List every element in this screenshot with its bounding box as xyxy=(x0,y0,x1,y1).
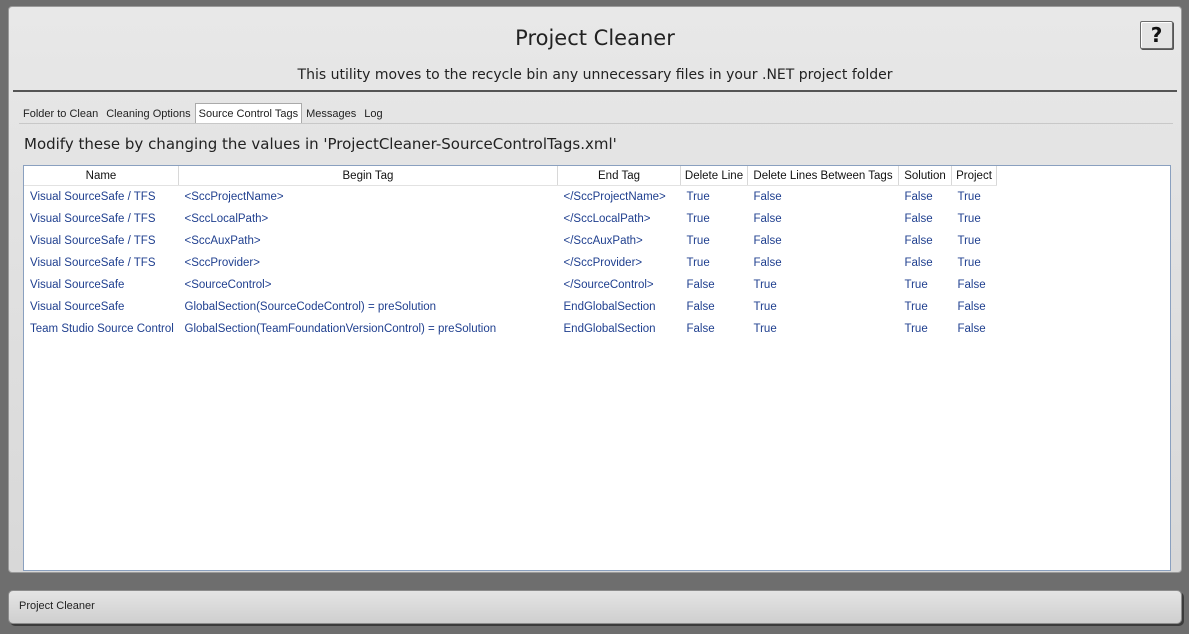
tab-bar: Folder to Clean Cleaning Options Source … xyxy=(19,103,387,124)
table-row[interactable]: Visual SourceSafe GlobalSection(SourceCod… xyxy=(24,296,997,318)
cell-delete-lines-between-tags: False xyxy=(753,213,782,225)
cell-delete-lines-between-tags: False xyxy=(753,235,782,247)
cell-end-tag: </SccProvider> xyxy=(563,257,643,269)
tab-log[interactable]: Log xyxy=(360,103,386,123)
cell-end-tag: </SourceControl> xyxy=(563,279,654,291)
cell-name: Team Studio Source Control xyxy=(30,323,174,335)
cell-delete-line: True xyxy=(686,235,710,247)
cell-begin-tag: GlobalSection(TeamFoundationVersionContr… xyxy=(184,323,497,335)
table-row[interactable]: Visual SourceSafe / TFS <SccLocalPath> </S… xyxy=(24,208,997,230)
cell-begin-tag: GlobalSection(SourceCodeControl) = preSo… xyxy=(184,301,437,313)
tab-source-control-tags[interactable]: Source Control Tags xyxy=(194,103,303,124)
cell-delete-lines-between-tags: True xyxy=(753,323,777,335)
column-header-project[interactable]: Project xyxy=(951,166,997,186)
help-button[interactable]: ? xyxy=(1140,21,1173,49)
column-header-name[interactable]: Name xyxy=(24,166,179,186)
instructions-text: Modify these by changing the values in '… xyxy=(24,135,617,153)
cell-end-tag: EndGlobalSection xyxy=(563,323,656,335)
cell-project: True xyxy=(957,191,981,203)
cell-delete-line: True xyxy=(686,213,710,225)
cell-name: Visual SourceSafe xyxy=(30,279,125,291)
app-title: Project Cleaner xyxy=(515,26,675,50)
cell-delete-line: False xyxy=(686,301,715,313)
cell-begin-tag: <SccProjectName> xyxy=(184,191,284,203)
table-row[interactable]: Visual SourceSafe / TFS <SccProjectName> <… xyxy=(24,186,997,209)
cell-begin-tag: <SccAuxPath> xyxy=(184,235,261,247)
tags-table: Name Begin Tag End Tag Delete Line Delet… xyxy=(24,166,997,340)
cell-project: False xyxy=(957,323,986,335)
cell-project: False xyxy=(957,301,986,313)
tab-folder-to-clean[interactable]: Folder to Clean xyxy=(19,103,102,123)
cell-solution: False xyxy=(904,191,933,203)
cell-solution: True xyxy=(904,279,928,291)
cell-solution: False xyxy=(904,235,933,247)
cell-delete-line: True xyxy=(686,191,710,203)
cell-project: False xyxy=(957,279,986,291)
column-header-begin-tag[interactable]: Begin Tag xyxy=(178,166,558,186)
cell-name: Visual SourceSafe xyxy=(30,301,125,313)
tab-messages[interactable]: Messages xyxy=(302,103,360,123)
cell-end-tag: </SccProjectName> xyxy=(563,191,666,203)
cell-end-tag: EndGlobalSection xyxy=(563,301,656,313)
cell-name: Visual SourceSafe / TFS xyxy=(30,191,156,203)
table-row[interactable]: Visual SourceSafe <SourceControl> </Source… xyxy=(24,274,997,296)
column-header-end-tag[interactable]: End Tag xyxy=(557,166,681,186)
cell-delete-lines-between-tags: False xyxy=(753,257,782,269)
cell-end-tag: </SccLocalPath> xyxy=(563,213,651,225)
cell-solution: True xyxy=(904,323,928,335)
cell-solution: True xyxy=(904,301,928,313)
header-divider xyxy=(13,90,1177,92)
cell-begin-tag: <SourceControl> xyxy=(184,279,272,291)
table-row[interactable]: Visual SourceSafe / TFS <SccProvider> </Sc… xyxy=(24,252,997,274)
cell-delete-lines-between-tags: True xyxy=(753,279,777,291)
tab-underline xyxy=(19,123,1173,124)
cell-name: Visual SourceSafe / TFS xyxy=(30,213,156,225)
cell-begin-tag: <SccProvider> xyxy=(184,257,260,269)
table-row[interactable]: Team Studio Source Control GlobalSection(… xyxy=(24,318,997,340)
cell-delete-line: False xyxy=(686,279,715,291)
column-header-solution[interactable]: Solution xyxy=(898,166,952,186)
cell-delete-line: False xyxy=(686,323,715,335)
cell-project: True xyxy=(957,213,981,225)
cell-solution: False xyxy=(904,257,933,269)
cell-project: True xyxy=(957,257,981,269)
column-header-delete-lines-between-tags[interactable]: Delete Lines Between Tags xyxy=(747,166,899,186)
cell-name: Visual SourceSafe / TFS xyxy=(30,235,156,247)
status-text: Project Cleaner xyxy=(19,600,95,612)
app-subtitle: This utility moves to the recycle bin an… xyxy=(297,67,893,83)
cell-begin-tag: <SccLocalPath> xyxy=(184,213,269,225)
status-bar: Project Cleaner xyxy=(8,590,1182,624)
cell-solution: False xyxy=(904,213,933,225)
cell-name: Visual SourceSafe / TFS xyxy=(30,257,156,269)
header-row: Name Begin Tag End Tag Delete Line Delet… xyxy=(24,166,997,186)
cell-delete-lines-between-tags: False xyxy=(753,191,782,203)
source-control-tags-grid[interactable]: Name Begin Tag End Tag Delete Line Delet… xyxy=(23,165,1171,571)
cell-delete-line: True xyxy=(686,257,710,269)
tab-cleaning-options[interactable]: Cleaning Options xyxy=(102,103,194,123)
cell-project: True xyxy=(957,235,981,247)
table-row[interactable]: Visual SourceSafe / TFS <SccAuxPath> </Scc… xyxy=(24,230,997,252)
column-header-delete-line[interactable]: Delete Line xyxy=(680,166,748,186)
cell-end-tag: </SccAuxPath> xyxy=(563,235,643,247)
cell-delete-lines-between-tags: True xyxy=(753,301,777,313)
main-window: Project Cleaner This utility moves to th… xyxy=(8,6,1182,573)
